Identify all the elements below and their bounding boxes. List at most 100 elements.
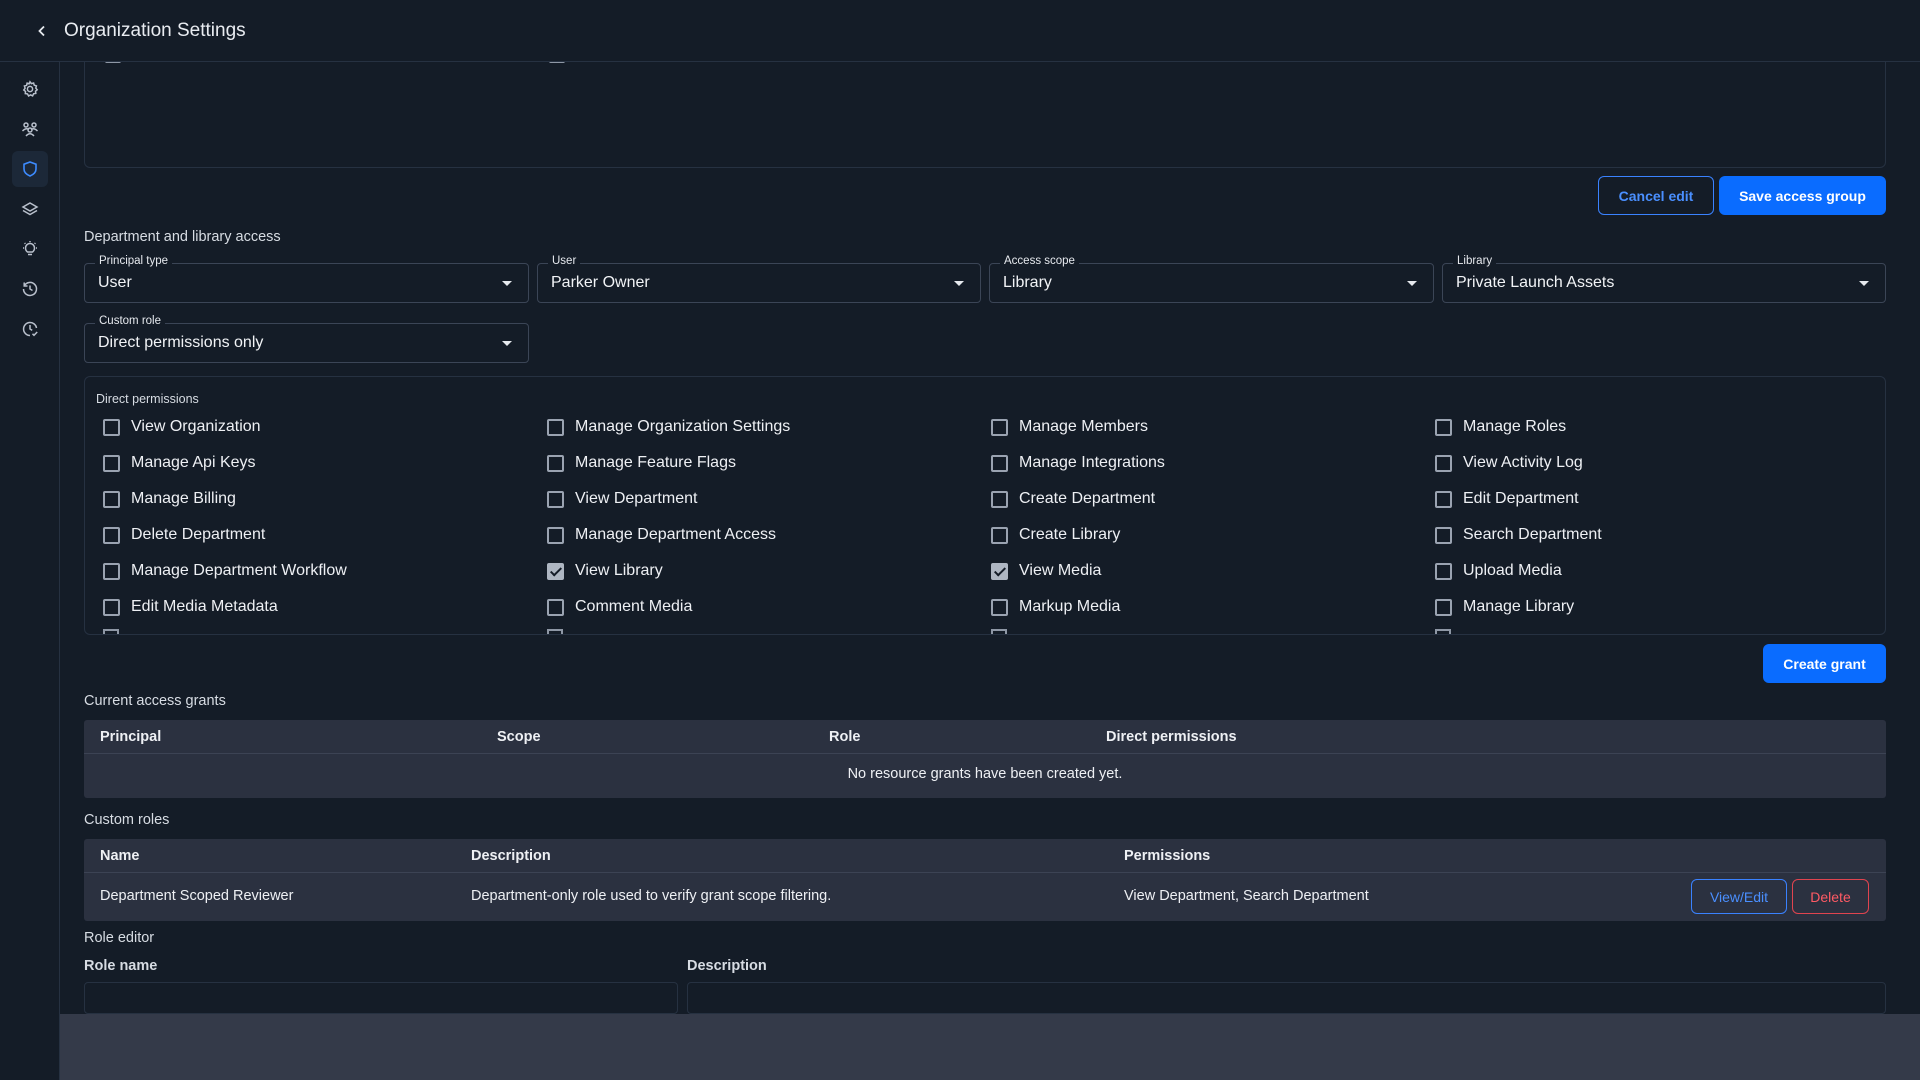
checkbox-unchecked[interactable] xyxy=(991,490,1008,508)
checkbox-unchecked[interactable] xyxy=(991,526,1008,544)
field-label: Custom role xyxy=(95,315,165,327)
permission-checkbox[interactable]: View Media xyxy=(991,560,1101,582)
checkbox-checked[interactable] xyxy=(547,562,564,580)
access-grants-table: Principal Scope Role Direct permissions … xyxy=(84,720,1886,798)
checkbox-unchecked[interactable] xyxy=(991,598,1008,616)
checkbox-unchecked[interactable] xyxy=(547,526,564,544)
permission-checkbox[interactable]: View Library xyxy=(547,560,663,582)
permission-checkbox[interactable]: Manage Billing xyxy=(103,488,236,510)
field-label: Library xyxy=(1453,255,1497,267)
description-input[interactable] xyxy=(687,982,1886,1014)
create-grant-button[interactable]: Create grant xyxy=(1763,644,1886,683)
permission-checkbox[interactable]: Manage Library xyxy=(1435,596,1574,618)
permission-label: Create Department xyxy=(1019,490,1156,507)
permission-checkbox[interactable]: View Activity Log xyxy=(1435,452,1583,474)
lightbulb-icon xyxy=(23,241,37,256)
checkbox[interactable] xyxy=(105,62,121,63)
column-header: Permissions xyxy=(1124,848,1211,864)
permission-checkbox[interactable]: Manage Roles xyxy=(1435,416,1566,438)
checkbox-unchecked[interactable] xyxy=(103,562,120,580)
permission-label: Upload Media xyxy=(1463,562,1562,579)
checkbox[interactable] xyxy=(547,629,563,634)
permission-checkbox[interactable]: Manage Organization Settings xyxy=(547,416,790,438)
permission-checkbox[interactable]: Manage Department Workflow xyxy=(103,560,347,582)
checkbox-unchecked[interactable] xyxy=(103,490,120,508)
checkbox-unchecked[interactable] xyxy=(103,526,120,544)
permission-checkbox[interactable]: Create Department xyxy=(991,488,1155,510)
permission-checkbox[interactable]: Delete Department xyxy=(103,524,265,546)
access-scope-select[interactable]: Access scope Library xyxy=(989,255,1434,303)
checkbox-unchecked[interactable] xyxy=(547,454,564,472)
checkbox-unchecked[interactable] xyxy=(1435,490,1452,508)
checkbox-unchecked[interactable] xyxy=(103,598,120,616)
permission-label: Edit Department xyxy=(1463,490,1579,507)
cancel-edit-button[interactable]: Cancel edit xyxy=(1598,176,1714,215)
dropdown-arrow-icon xyxy=(502,281,512,286)
permission-label: Manage Api Keys xyxy=(131,454,256,471)
checkbox-unchecked[interactable] xyxy=(547,418,564,436)
checkbox-unchecked[interactable] xyxy=(547,598,564,616)
checkbox-unchecked[interactable] xyxy=(103,454,120,472)
checkbox[interactable] xyxy=(103,629,119,634)
sidebar-item-members[interactable] xyxy=(12,111,48,147)
permission-label: Search Department xyxy=(1463,526,1602,543)
checkbox[interactable] xyxy=(1435,629,1451,634)
checkbox-unchecked[interactable] xyxy=(1435,526,1452,544)
permission-checkbox[interactable]: Edit Media Metadata xyxy=(103,596,278,618)
checkbox-unchecked[interactable] xyxy=(1435,418,1452,436)
principal-type-select[interactable]: Principal type User xyxy=(84,255,529,303)
checkbox[interactable] xyxy=(991,629,1007,634)
permission-checkbox[interactable]: Manage Feature Flags xyxy=(547,452,736,474)
checkbox-unchecked[interactable] xyxy=(1435,598,1452,616)
section-title: Custom roles xyxy=(84,812,170,828)
dropdown-arrow-icon xyxy=(1859,281,1869,286)
section-title: Department and library access xyxy=(84,229,281,245)
sidebar-item-settings[interactable] xyxy=(12,71,48,107)
permission-checkbox[interactable]: Create Library xyxy=(991,524,1120,546)
permission-label: View Department xyxy=(575,490,698,507)
back-button[interactable] xyxy=(30,19,54,43)
sidebar-item-security[interactable] xyxy=(12,151,48,187)
checkbox[interactable] xyxy=(549,62,565,63)
library-select[interactable]: Library Private Launch Assets xyxy=(1442,255,1886,303)
checkbox-unchecked[interactable] xyxy=(991,454,1008,472)
sidebar-item-layers[interactable] xyxy=(12,191,48,227)
custom-role-select[interactable]: Custom role Direct permissions only xyxy=(84,315,529,363)
user-select[interactable]: User Parker Owner xyxy=(537,255,981,303)
permission-checkbox[interactable]: Markup Media xyxy=(991,596,1120,618)
sidebar-item-schedule[interactable] xyxy=(12,311,48,347)
delete-button[interactable]: Delete xyxy=(1792,879,1869,914)
permission-checkbox[interactable]: Comment Media xyxy=(547,596,692,618)
permission-checkbox[interactable]: Upload Media xyxy=(1435,560,1562,582)
sidebar-item-features[interactable] xyxy=(12,231,48,267)
column-header: Scope xyxy=(497,729,541,745)
sidebar xyxy=(0,62,60,1080)
save-access-group-button[interactable]: Save access group xyxy=(1719,176,1886,215)
checkbox-unchecked[interactable] xyxy=(103,418,120,436)
permission-checkbox[interactable]: Manage Api Keys xyxy=(103,452,256,474)
permission-checkbox[interactable]: Manage Integrations xyxy=(991,452,1165,474)
role-permissions: View Department, Search Department xyxy=(1124,888,1369,904)
checkbox-unchecked[interactable] xyxy=(1435,454,1452,472)
role-name-input[interactable] xyxy=(84,982,678,1014)
view-edit-button[interactable]: View/Edit xyxy=(1691,879,1787,914)
checkbox-unchecked[interactable] xyxy=(1435,562,1452,580)
permission-checkbox[interactable]: Manage Department Access xyxy=(547,524,776,546)
permission-label: Edit Media Metadata xyxy=(131,598,278,615)
checkbox-unchecked[interactable] xyxy=(547,490,564,508)
footer-band xyxy=(60,1014,1920,1080)
dropdown-arrow-icon xyxy=(502,341,512,346)
permission-checkbox[interactable]: View Department xyxy=(547,488,697,510)
table-header: Principal Scope Role Direct permissions xyxy=(84,720,1886,754)
permission-label: Manage Department Access xyxy=(575,526,776,543)
table-row: Department Scoped Reviewer Department-on… xyxy=(84,873,1886,920)
permission-checkbox[interactable]: Edit Department xyxy=(1435,488,1579,510)
checkbox-checked[interactable] xyxy=(991,562,1008,580)
permission-checkbox[interactable]: Search Department xyxy=(1435,524,1602,546)
checkbox-unchecked[interactable] xyxy=(991,418,1008,436)
sidebar-item-activity[interactable] xyxy=(12,271,48,307)
permission-checkbox[interactable]: View Organization xyxy=(103,416,261,438)
permission-label: Manage Billing xyxy=(131,490,236,507)
permission-checkbox[interactable]: Manage Members xyxy=(991,416,1148,438)
top-bar: Organization Settings xyxy=(0,0,1920,62)
